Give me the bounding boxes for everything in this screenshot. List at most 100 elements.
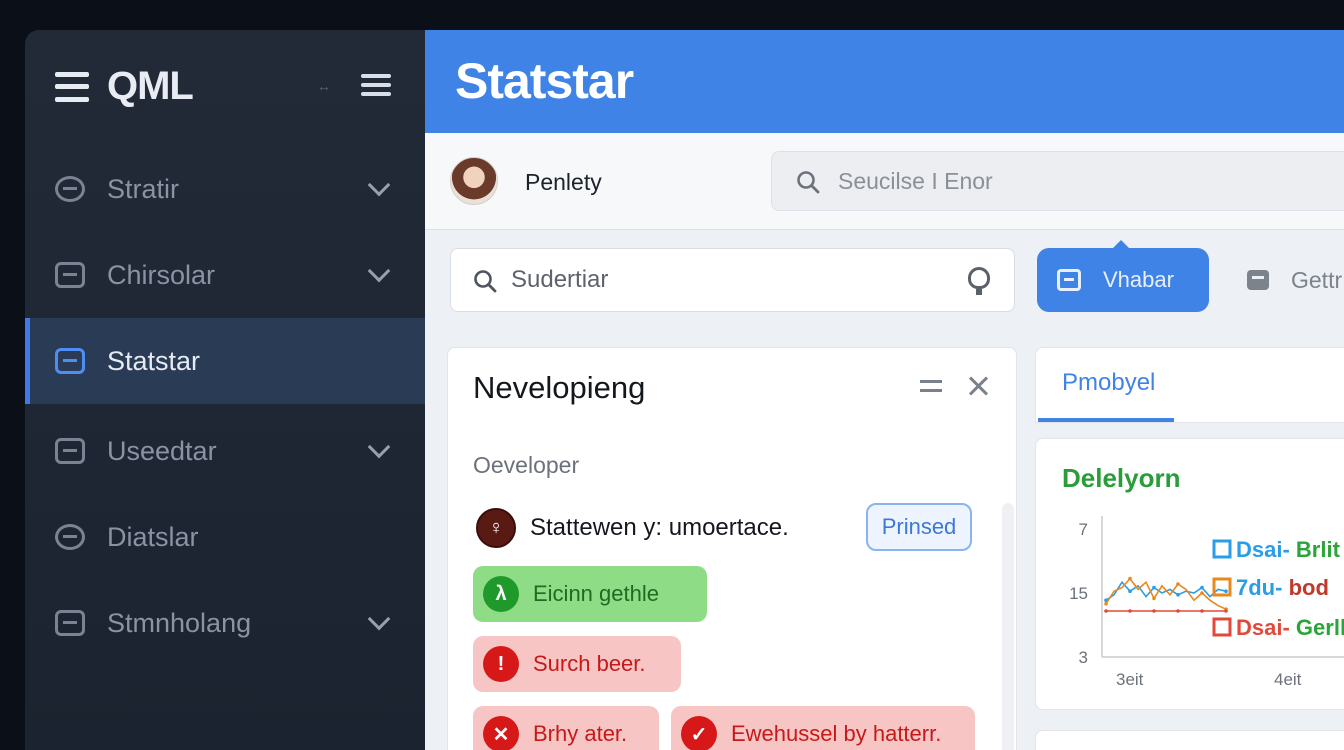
user-status-icon: ♀ — [476, 508, 516, 548]
y-tick-label: 3 — [1079, 648, 1088, 667]
primary-action-label: Vhabar — [1103, 267, 1174, 292]
legend-marker — [1212, 617, 1232, 637]
global-search-input[interactable] — [838, 166, 1338, 196]
data-point — [1200, 591, 1204, 595]
y-tick-label: 7 — [1079, 520, 1088, 539]
chevron-down-icon[interactable] — [367, 435, 391, 459]
user-name: Penlety — [525, 169, 602, 195]
legend-label: Dsai- Gerlk — [1236, 615, 1344, 640]
resize-arrows-icon[interactable]: ↔ — [317, 78, 331, 94]
window-icon — [1057, 269, 1081, 291]
tag-label: Brhy ater. — [533, 721, 628, 746]
sidebar-item-label: Statstar — [107, 345, 201, 376]
x-tick-label: 3eit — [1116, 670, 1144, 689]
tag-label: Eicinn gethle — [533, 581, 659, 606]
sidebar-item-stmnholang[interactable]: Stmnholang — [25, 580, 425, 666]
tag-label: Surch beer. — [533, 651, 646, 676]
data-point — [1152, 609, 1156, 613]
check-circle-icon: ✓ — [681, 716, 717, 750]
page-title: Statstar — [455, 53, 634, 109]
filter-input[interactable] — [511, 265, 931, 295]
sidebar-item-label: Diatslar — [107, 521, 199, 552]
data-point — [1224, 609, 1228, 613]
chart-card: Delelyorn 7 15 3 3eit 4eit Dsai- Brlit 7du- bo… — [1035, 438, 1344, 710]
brand-name: QML — [107, 64, 194, 108]
close-icon[interactable] — [968, 376, 988, 396]
card-icon — [55, 610, 85, 636]
secondary-action-label: Gettr — [1291, 266, 1343, 293]
data-point — [1176, 609, 1180, 613]
chevron-down-icon[interactable] — [367, 259, 391, 283]
toolbar: Vhabar Gettr — [425, 230, 1344, 330]
person-icon: λ — [483, 576, 519, 612]
data-point — [1104, 602, 1108, 606]
chevron-down-icon[interactable] — [367, 607, 391, 631]
gauge-icon — [55, 524, 85, 550]
sidebar-item-label: Stmnholang — [107, 607, 252, 638]
scrollbar[interactable] — [1002, 503, 1014, 750]
legend-marker — [1212, 539, 1232, 559]
data-point — [1128, 576, 1132, 581]
tag-error[interactable]: ! Surch beer. — [473, 636, 681, 692]
close-circle-icon: ✕ — [483, 716, 519, 750]
data-point — [1176, 582, 1180, 586]
brand: QML — [55, 64, 194, 109]
list-icon — [55, 348, 85, 374]
avatar[interactable] — [450, 157, 498, 205]
tag-success[interactable]: λ Eicinn gethle — [473, 566, 707, 622]
menu-icon[interactable] — [920, 380, 942, 392]
sidebar-item-label: Stratir — [107, 173, 180, 204]
data-point — [1128, 609, 1132, 613]
hamburger-icon[interactable] — [55, 71, 89, 102]
line-chart: 7 15 3 3eit 4eit Dsai- Brlit 7du- bod Dsai- Ger… — [1069, 516, 1344, 689]
gauge-icon — [55, 176, 85, 202]
sidebar-item-label: Chirsolar — [107, 259, 216, 290]
panel-actions — [920, 376, 988, 396]
top-header: Statstar — [425, 30, 1344, 133]
status-text: Stattewen y: umoertace. — [530, 514, 789, 541]
sidebar-item-label: Useedtar — [107, 435, 217, 466]
data-point — [1224, 589, 1228, 593]
legend-label: 7du- bod — [1236, 575, 1329, 600]
bottom-card — [1035, 730, 1344, 750]
sidebar-item-chirsolar[interactable]: Chirsolar — [25, 232, 425, 318]
panel-title: Nevelopieng — [473, 370, 646, 405]
sidebar: QML ↔ Stratir Chirsolar Statstar Useedta… — [25, 30, 425, 750]
lightbulb-icon[interactable] — [968, 267, 990, 295]
secondary-action-button[interactable]: Gettr — [1247, 248, 1342, 312]
sidebar-item-stratir[interactable]: Stratir — [25, 146, 425, 232]
data-point — [1128, 589, 1132, 593]
data-point — [1152, 596, 1156, 601]
sidebar-item-diatslar[interactable]: Diatslar — [25, 494, 425, 580]
data-point — [1200, 609, 1204, 613]
tag-error[interactable]: ✕ Brhy ater. — [473, 706, 659, 750]
data-point — [1176, 593, 1180, 597]
chevron-down-icon[interactable] — [367, 173, 391, 197]
y-tick-label: 15 — [1069, 584, 1088, 603]
status-badge[interactable]: Prinsed — [866, 503, 972, 551]
right-tabs: Pmobyel — [1035, 347, 1344, 423]
chat-icon — [1247, 270, 1269, 290]
main-area: Statstar Penlety Seucilse I Enor Suderti… — [425, 30, 1344, 750]
data-point — [1152, 585, 1156, 590]
data-point — [1104, 609, 1108, 613]
legend-label: Dsai- Brlit — [1236, 537, 1341, 562]
card-icon — [55, 262, 85, 288]
tag-error[interactable]: ✓ Ewehussel by hatterr. — [671, 706, 975, 750]
panel-subtitle: Oeveloper — [473, 452, 580, 478]
search-icon — [797, 171, 820, 194]
tag-label: Ewehussel by hatterr. — [731, 721, 942, 746]
app-window: QML ↔ Stratir Chirsolar Statstar Useedta… — [25, 30, 1344, 750]
user-bar: Penlety — [425, 133, 1344, 230]
menu-icon[interactable] — [361, 74, 391, 96]
primary-action-button[interactable]: Vhabar — [1037, 240, 1209, 312]
search-icon — [474, 270, 497, 293]
status-row: ♀ Stattewen y: umoertace. — [476, 508, 789, 548]
sidebar-item-useedtar[interactable]: Useedtar — [25, 408, 425, 494]
legend-marker — [1212, 577, 1232, 597]
tab-pmobyel[interactable]: Pmobyel — [1038, 348, 1174, 422]
data-point — [1200, 585, 1204, 590]
sidebar-item-statstar[interactable]: Statstar — [25, 318, 425, 404]
x-tick-label: 4eit — [1274, 670, 1302, 689]
global-search — [771, 151, 1344, 211]
